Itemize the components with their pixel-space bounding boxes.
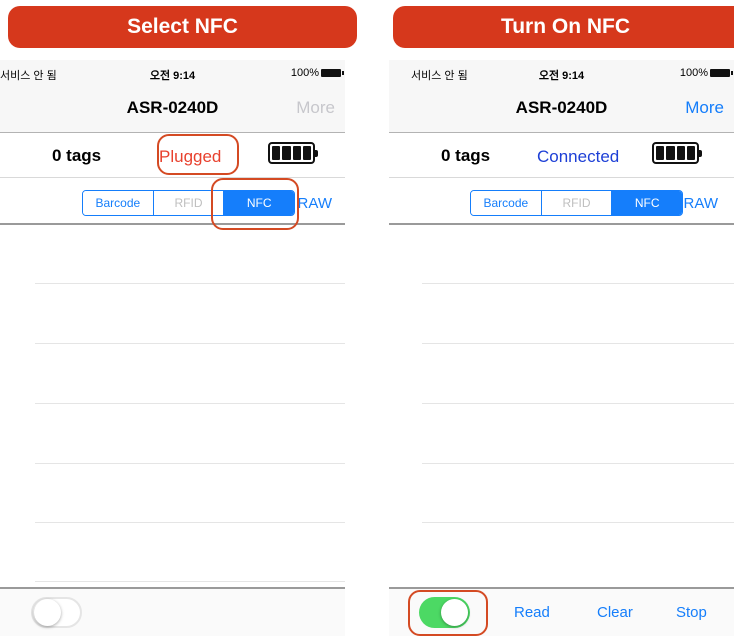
battery-icon — [710, 69, 733, 77]
connection-status: Plugged — [159, 147, 222, 166]
tag-count: 0 tags — [441, 146, 491, 165]
stop-button[interactable]: Stop — [676, 604, 707, 621]
banner-select-nfc: Select NFC — [8, 6, 357, 48]
bottom-toolbar: Read Clear Stop — [389, 589, 734, 636]
segment-nfc[interactable]: NFC — [612, 191, 682, 215]
list-row-separator — [422, 403, 734, 404]
list-row-separator — [35, 343, 345, 344]
phone-screen: 서비스 안 됨 오전 9:14 100% ASR-0240D More 0 ta… — [389, 60, 734, 636]
tags-row: 0 tags Plugged — [0, 132, 345, 177]
navigation-bar: 서비스 안 됨 오전 9:14 100% ASR-0240D More — [0, 60, 345, 133]
toggle-knob — [34, 599, 61, 626]
read-button[interactable]: Read — [514, 604, 550, 621]
list-row-separator — [35, 463, 345, 464]
list-row-separator — [35, 403, 345, 404]
panel-select-nfc: Select NFC 서비스 안 됨 오전 9:14 100% ASR-0240… — [0, 0, 357, 636]
segment-barcode[interactable]: Barcode — [471, 191, 542, 215]
battery-full-icon — [652, 142, 702, 164]
nfc-toggle[interactable] — [31, 597, 82, 628]
segment-barcode[interactable]: Barcode — [83, 191, 154, 215]
segment-nfc[interactable]: NFC — [224, 191, 294, 215]
status-battery: 100% — [679, 67, 733, 79]
device-title: ASR-0240D — [126, 98, 219, 117]
list-row-separator — [422, 522, 734, 523]
list-row-separator — [35, 283, 345, 284]
tag-count: 0 tags — [52, 146, 102, 165]
list-row-separator — [35, 581, 345, 582]
list-row-separator — [35, 522, 345, 523]
segment-rfid[interactable]: RFID — [541, 191, 613, 215]
tag-list[interactable] — [0, 225, 345, 587]
list-row-separator — [422, 343, 734, 344]
tags-row: 0 tags Connected — [389, 132, 734, 177]
battery-percent: 100% — [290, 67, 319, 79]
clear-button[interactable]: Clear — [597, 604, 633, 621]
mode-segment-row: Barcode RFID NFC RAW — [389, 177, 734, 224]
panel-turn-on-nfc: Turn On NFC 서비스 안 됨 오전 9:14 100% ASR-024… — [389, 0, 734, 636]
nfc-toggle[interactable] — [419, 597, 470, 628]
list-row-separator — [422, 283, 734, 284]
battery-full-icon — [268, 142, 318, 164]
bottom-toolbar — [0, 589, 345, 636]
raw-button[interactable]: RAW — [684, 195, 718, 212]
raw-button[interactable]: RAW — [298, 195, 332, 212]
phone-screen: 서비스 안 됨 오전 9:14 100% ASR-0240D More 0 ta… — [0, 60, 345, 636]
mode-segmented-control: Barcode RFID NFC — [82, 190, 295, 216]
banner-turn-on-nfc: Turn On NFC — [393, 6, 734, 48]
battery-percent: 100% — [679, 67, 708, 79]
mode-segmented-control: Barcode RFID NFC — [470, 190, 683, 216]
more-button[interactable]: More — [685, 98, 724, 118]
segment-rfid[interactable]: RFID — [153, 191, 225, 215]
toggle-knob — [441, 599, 468, 626]
list-row-separator — [422, 463, 734, 464]
status-battery: 100% — [290, 67, 344, 79]
more-button[interactable]: More — [296, 98, 335, 118]
navigation-bar: 서비스 안 됨 오전 9:14 100% ASR-0240D More — [389, 60, 734, 133]
tag-list[interactable] — [389, 225, 734, 587]
device-title: ASR-0240D — [515, 98, 608, 117]
connection-status: Connected — [537, 147, 620, 166]
mode-segment-row: Barcode RFID NFC RAW — [0, 177, 345, 224]
battery-icon — [321, 69, 344, 77]
